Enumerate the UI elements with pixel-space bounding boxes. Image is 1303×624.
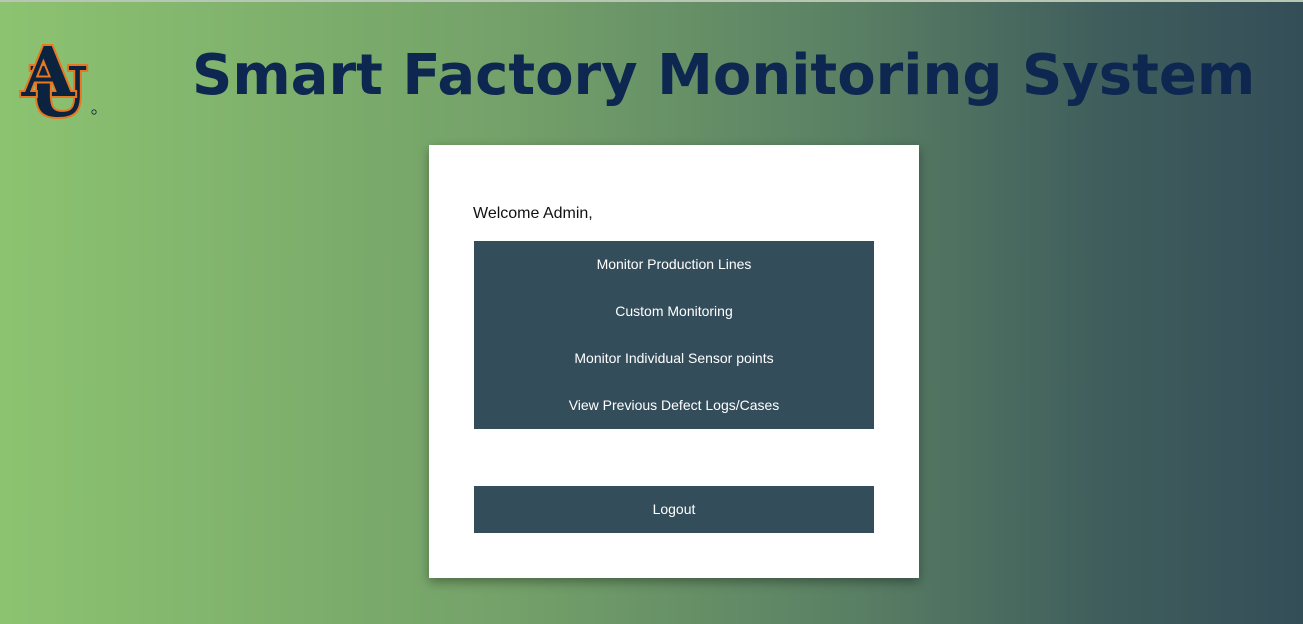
view-defect-logs-button[interactable]: View Previous Defect Logs/Cases (474, 382, 874, 429)
welcome-text: Welcome Admin, (473, 205, 593, 222)
monitor-sensor-points-button[interactable]: Monitor Individual Sensor points (474, 335, 874, 382)
menu: Monitor Production Lines Custom Monitori… (474, 241, 874, 429)
admin-panel: Welcome Admin, Monitor Production Lines … (429, 145, 919, 578)
page-title: Smart Factory Monitoring System (192, 43, 1256, 108)
svg-text:A: A (21, 38, 76, 113)
custom-monitoring-button[interactable]: Custom Monitoring (474, 288, 874, 335)
monitor-production-lines-button[interactable]: Monitor Production Lines (474, 241, 874, 288)
auburn-logo: U A (6, 31, 100, 135)
logout-button[interactable]: Logout (474, 486, 874, 533)
top-border (0, 0, 1303, 2)
